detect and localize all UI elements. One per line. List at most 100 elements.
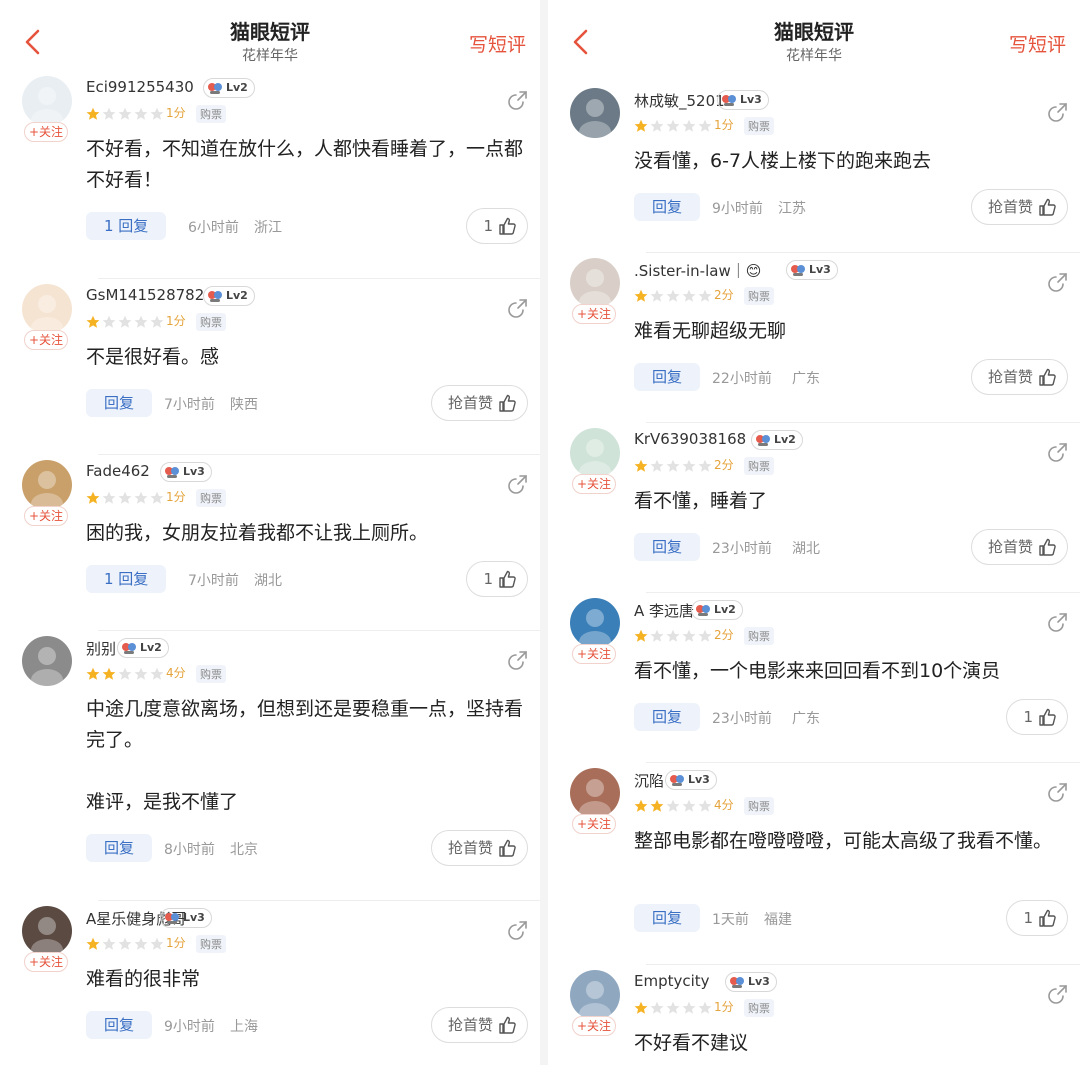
reply-button[interactable]: 回复 <box>634 904 701 932</box>
share-icon[interactable] <box>1048 272 1068 292</box>
star-icon <box>134 106 148 120</box>
like-label: 抢首赞 <box>447 839 493 857</box>
star-icon <box>150 106 164 120</box>
username[interactable]: A 李远唐 <box>634 600 694 621</box>
rating-stars <box>86 936 166 950</box>
star-icon <box>650 798 664 812</box>
right-phone-panel: 猫眼短评 花样年华 写短评 林成敏_5201 Lv3 1分 购票 没看懂，6-7人楼上楼… <box>548 0 1080 1065</box>
like-button[interactable]: 1 <box>466 561 528 597</box>
username[interactable]: 林成敏_5201 <box>634 90 725 111</box>
share-icon[interactable] <box>508 90 528 110</box>
purchased-badge: 购票 <box>196 665 226 683</box>
level-icon <box>790 263 806 277</box>
post-time: 7小时前 <box>164 397 215 413</box>
follow-button[interactable]: +关注 <box>572 474 616 494</box>
like-button[interactable]: 抢首赞 <box>970 529 1068 565</box>
like-button[interactable]: 1 <box>1006 900 1068 936</box>
avatar[interactable] <box>570 598 620 648</box>
share-icon[interactable] <box>508 474 528 494</box>
level-text: Lv3 <box>183 465 205 478</box>
page-title: 猫眼短评 <box>774 20 854 44</box>
reply-button[interactable]: 回复 <box>634 193 701 221</box>
purchased-badge: 购票 <box>744 457 774 475</box>
share-icon[interactable] <box>1048 102 1068 122</box>
review-item: +关注 KrV639038168 Lv2 2分 购票 看不懂，睡着了 回复 23小时前 湖北 抢首… <box>548 424 1080 594</box>
reply-button[interactable]: 1 回复 <box>86 212 167 240</box>
level-text: Lv2 <box>226 81 248 94</box>
write-review-button[interactable]: 写短评 <box>1009 30 1066 57</box>
star-icon <box>86 666 100 680</box>
reply-button[interactable]: 回复 <box>86 389 153 417</box>
review-text: 整部电影都在噔噔噔噔，可能太高级了我看不懂。 <box>634 830 1053 852</box>
follow-button[interactable]: +关注 <box>24 506 68 526</box>
username[interactable]: 别别 <box>86 638 116 659</box>
post-region: 湖北 <box>254 573 282 589</box>
like-button[interactable]: 抢首赞 <box>970 189 1068 225</box>
write-review-button[interactable]: 写短评 <box>469 30 526 57</box>
star-icon <box>682 288 696 302</box>
avatar[interactable] <box>22 636 72 686</box>
follow-button[interactable]: +关注 <box>572 304 616 324</box>
purchased-badge: 购票 <box>744 117 774 135</box>
follow-button[interactable]: +关注 <box>24 330 68 350</box>
level-badge: Lv3 <box>717 90 769 110</box>
post-region: 北京 <box>230 842 258 858</box>
reply-button[interactable]: 回复 <box>634 703 701 731</box>
reply-button[interactable]: 回复 <box>634 533 701 561</box>
divider <box>646 252 1080 253</box>
like-label: 抢首赞 <box>447 1016 493 1034</box>
rating-stars <box>86 314 166 328</box>
follow-button[interactable]: +关注 <box>572 1016 616 1036</box>
username[interactable]: Eci991255430 <box>86 78 194 96</box>
avatar[interactable] <box>570 970 620 1020</box>
avatar[interactable] <box>570 258 620 308</box>
username[interactable]: Fade462 <box>86 462 150 480</box>
star-icon <box>134 490 148 504</box>
level-badge: Lv2 <box>117 638 169 658</box>
avatar[interactable] <box>22 76 72 126</box>
share-icon[interactable] <box>508 650 528 670</box>
share-icon[interactable] <box>1048 782 1068 802</box>
like-button[interactable]: 1 <box>466 208 528 244</box>
follow-button[interactable]: +关注 <box>572 644 616 664</box>
star-icon <box>86 314 100 328</box>
star-icon <box>698 288 712 302</box>
star-icon <box>634 118 648 132</box>
like-button[interactable]: 抢首赞 <box>430 385 528 421</box>
review-text: 不是很好看。感 <box>86 346 220 368</box>
share-icon[interactable] <box>1048 984 1068 1004</box>
reply-button[interactable]: 回复 <box>86 834 153 862</box>
left-phone-panel: 猫眼短评 花样年华 写短评 +关注 Eci991255430 Lv2 1分 购票 不好看，… <box>0 0 540 1065</box>
follow-button[interactable]: +关注 <box>24 952 68 972</box>
follow-button[interactable]: +关注 <box>24 122 68 142</box>
avatar[interactable] <box>22 460 72 510</box>
username[interactable]: KrV639038168 <box>634 430 746 448</box>
like-button[interactable]: 抢首赞 <box>970 359 1068 395</box>
share-icon[interactable] <box>1048 612 1068 632</box>
username[interactable]: 沉陷 <box>634 770 664 791</box>
post-region: 陕西 <box>230 397 258 413</box>
review-item: +关注 Eci991255430 Lv2 1分 购票 不好看，不知道在放什么，人都快看睡着… <box>0 72 540 280</box>
share-icon[interactable] <box>508 920 528 940</box>
reply-button[interactable]: 1 回复 <box>86 565 167 593</box>
like-button[interactable]: 1 <box>1006 699 1068 735</box>
share-icon[interactable] <box>508 298 528 318</box>
level-text: Lv2 <box>226 289 248 302</box>
avatar[interactable] <box>570 428 620 478</box>
reply-button[interactable]: 回复 <box>86 1011 153 1039</box>
username[interactable]: Emptycity <box>634 972 710 990</box>
username[interactable]: GsM141528782 <box>86 286 204 304</box>
avatar[interactable] <box>570 768 620 818</box>
post-region: 福建 <box>764 912 792 928</box>
username[interactable]: .Sister-in-law｜😊 <box>634 260 761 281</box>
avatar[interactable] <box>22 284 72 334</box>
like-button[interactable]: 抢首赞 <box>430 830 528 866</box>
star-icon <box>698 798 712 812</box>
avatar[interactable] <box>570 88 620 138</box>
follow-button[interactable]: +关注 <box>572 814 616 834</box>
avatar[interactable] <box>22 906 72 956</box>
share-icon[interactable] <box>1048 442 1068 462</box>
reply-button[interactable]: 回复 <box>634 363 701 391</box>
star-icon <box>118 490 132 504</box>
like-button[interactable]: 抢首赞 <box>430 1007 528 1043</box>
